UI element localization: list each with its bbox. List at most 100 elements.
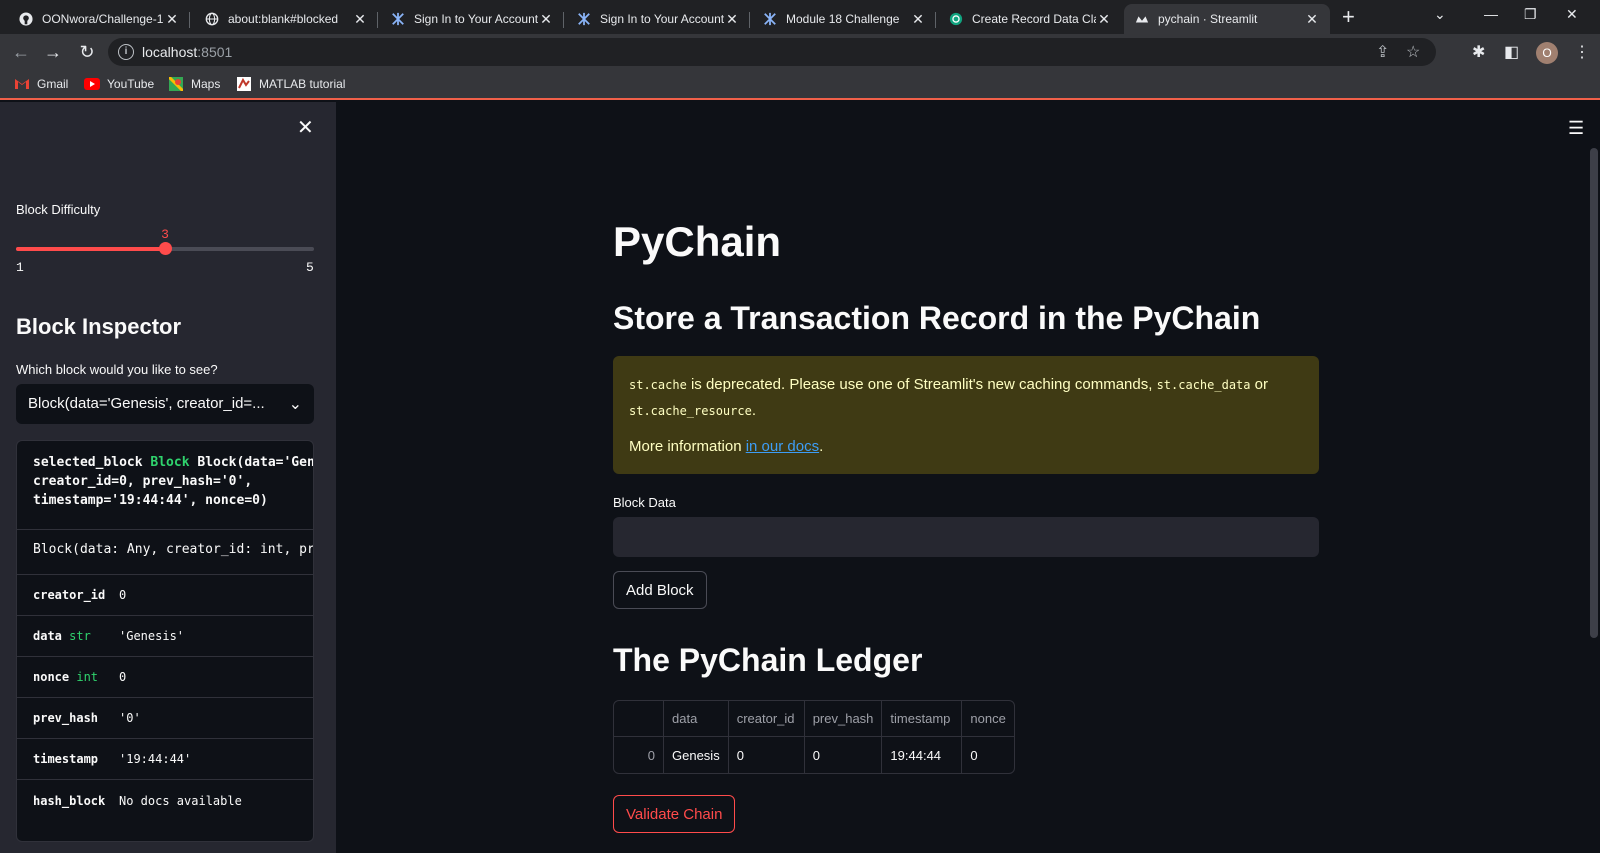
inspector-title: Block Inspector (16, 314, 182, 339)
block-data-label: Block Data (613, 495, 676, 510)
globe-icon (204, 11, 220, 27)
github-icon (18, 11, 34, 27)
bookmark-star-icon[interactable]: ☆ (1406, 42, 1420, 62)
extensions-icon[interactable]: ✱ (1472, 42, 1485, 62)
minimize-icon[interactable]: — (1484, 6, 1498, 22)
column-header[interactable]: data (664, 701, 729, 737)
chatgpt-icon (948, 11, 964, 27)
help-row: hash_block No docs available (33, 793, 242, 808)
browser-tab[interactable]: Create Record Data Cla ✕ (938, 4, 1122, 34)
bookmark-gmail[interactable]: Gmail (14, 76, 68, 92)
close-icon[interactable]: ✕ (1304, 11, 1320, 28)
bookmark-label: MATLAB tutorial (259, 77, 346, 91)
tab-search-icon[interactable]: ⌄ (1434, 6, 1446, 23)
site-info-icon[interactable]: i (118, 44, 134, 60)
table-cell[interactable]: 0 (805, 737, 883, 773)
column-header[interactable]: prev_hash (804, 701, 883, 737)
table-row: 0 Genesis 0 0 19:44:44 0 (614, 737, 1014, 773)
restore-icon[interactable]: ❐ (1524, 6, 1537, 23)
difficulty-slider[interactable] (16, 242, 314, 255)
slider-fill (16, 247, 165, 251)
browser-tab[interactable]: Sign In to Your Account ✕ (566, 4, 750, 34)
tab-strip: OONwora/Challenge-18 ✕ about:blank#block… (0, 0, 1600, 34)
browser-menu-icon[interactable]: ⋮ (1574, 42, 1590, 62)
help-signature: selected_block Block Block(data='Genesis… (17, 441, 313, 530)
table-header-row: data creator_id prev_hash timestamp nonc… (614, 701, 1015, 737)
column-header[interactable]: creator_id (728, 701, 805, 737)
table-cell[interactable]: 19:44:44 (882, 737, 963, 773)
scrollbar[interactable] (1590, 148, 1598, 638)
block-help-panel: selected_block Block Block(data='Genesis… (16, 440, 314, 842)
bootcamp-icon (576, 11, 592, 27)
close-icon[interactable]: ✕ (538, 11, 554, 28)
window-close-icon[interactable]: ✕ (1566, 6, 1578, 23)
bookmark-matlab[interactable]: MATLAB tutorial (236, 76, 345, 92)
tab-title: about:blank#blocked (228, 12, 339, 26)
table-cell[interactable]: 0 (729, 737, 805, 773)
help-docstring: Block(data: Any, creator_id: int, prev_h… (17, 530, 313, 575)
help-row: nonce int 0 (17, 657, 313, 698)
bootcamp-icon (762, 11, 778, 27)
add-block-button[interactable]: Add Block (613, 571, 707, 609)
tab-title: pychain · Streamlit (1158, 12, 1258, 26)
bookmark-youtube[interactable]: YouTube (84, 76, 154, 92)
browser-tab[interactable]: OONwora/Challenge-18 ✕ (8, 4, 190, 34)
select-label: Which block would you like to see? (16, 362, 218, 377)
url-port: :8501 (197, 44, 233, 60)
profile-avatar[interactable]: O (1536, 42, 1558, 64)
matlab-icon (236, 76, 252, 92)
ledger-table: data creator_id prev_hash timestamp nonc… (613, 700, 1016, 774)
close-sidebar-icon[interactable]: ✕ (297, 118, 314, 138)
bookmark-label: YouTube (107, 77, 155, 91)
help-row: creator_id 0 (17, 575, 313, 616)
select-value: Block(data='Genesis', creator_id=... (28, 395, 265, 412)
side-panel-icon[interactable]: ◧ (1504, 42, 1519, 62)
table-cell[interactable]: 0 (962, 737, 1014, 773)
url-host: localhost (142, 44, 198, 60)
forward-icon[interactable]: → (42, 41, 64, 63)
ledger-title: The PyChain Ledger (613, 642, 923, 678)
back-icon[interactable]: ← (10, 41, 32, 63)
bookmark-maps[interactable]: Maps (168, 76, 220, 92)
help-row: data str 'Genesis' (17, 616, 313, 657)
block-data-input[interactable] (613, 517, 1319, 557)
browser-toolbar: ← → ↻ i localhost:8501 ⇪ ☆ ✱ ◧ O ⋮ (0, 34, 1600, 70)
docs-link[interactable]: in our docs (746, 438, 819, 455)
reload-icon[interactable]: ↻ (76, 41, 98, 63)
slider-value: 3 (161, 227, 169, 242)
share-icon[interactable]: ⇪ (1376, 42, 1389, 62)
close-icon[interactable]: ✕ (724, 11, 740, 28)
section-title: Store a Transaction Record in the PyChai… (613, 300, 1261, 336)
tab-title: Create Record Data Cla (972, 12, 1096, 26)
main-content: ☰ PyChain Store a Transaction Record in … (336, 102, 1600, 853)
new-tab-button[interactable]: + (1342, 6, 1355, 28)
tab-title: Sign In to Your Account (600, 12, 724, 26)
tab-title: OONwora/Challenge-18 (42, 12, 164, 26)
close-icon[interactable]: ✕ (164, 11, 180, 28)
close-icon[interactable]: ✕ (352, 11, 368, 28)
table-cell[interactable]: Genesis (664, 737, 729, 773)
gmail-icon (14, 76, 30, 92)
slider-thumb[interactable] (159, 242, 172, 255)
browser-tab[interactable]: Module 18 Challenge ✕ (752, 4, 936, 34)
hamburger-menu-icon[interactable]: ☰ (1568, 118, 1584, 139)
deprecation-warning: st.cache is deprecated. Please use one o… (613, 356, 1319, 474)
browser-tab-active[interactable]: pychain · Streamlit ✕ (1124, 4, 1330, 34)
tab-title: Module 18 Challenge (786, 12, 900, 26)
validate-chain-button[interactable]: Validate Chain (613, 795, 736, 833)
block-select[interactable]: Block(data='Genesis', creator_id=... ⌄ (16, 384, 314, 424)
address-bar[interactable]: i localhost:8501 ⇪ ☆ (108, 38, 1436, 66)
column-header[interactable] (614, 701, 664, 737)
sidebar: ✕ Block Difficulty 3 1 5 Block Inspector… (0, 102, 336, 853)
help-row: prev_hash '0' (17, 698, 313, 739)
streamlit-icon (1134, 11, 1150, 27)
column-header[interactable]: nonce (962, 701, 1015, 737)
close-icon[interactable]: ✕ (910, 11, 926, 28)
browser-tab[interactable]: Sign In to Your Account ✕ (380, 4, 564, 34)
bootcamp-icon (390, 11, 406, 27)
tab-title: Sign In to Your Account (414, 12, 538, 26)
close-icon[interactable]: ✕ (1096, 11, 1112, 28)
browser-tab[interactable]: about:blank#blocked ✕ (194, 4, 378, 34)
column-header[interactable]: timestamp (882, 701, 963, 737)
bookmark-label: Gmail (37, 77, 69, 91)
